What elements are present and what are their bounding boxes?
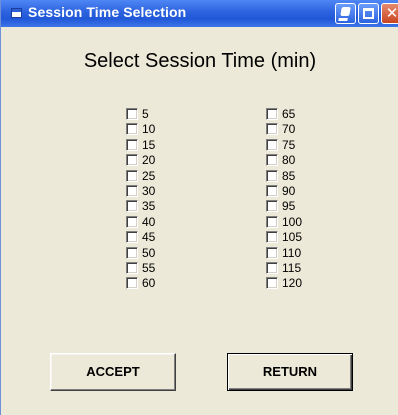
checkbox-label: 80 (282, 153, 296, 167)
session-time-option-25[interactable]: 25 (126, 169, 155, 183)
session-time-option-55[interactable]: 55 (126, 261, 155, 275)
session-time-option-40[interactable]: 40 (126, 215, 155, 229)
checkbox-45[interactable] (126, 231, 138, 243)
session-time-option-115[interactable]: 115 (266, 261, 301, 275)
checkbox-10[interactable] (126, 123, 138, 135)
checkbox-65[interactable] (266, 108, 278, 120)
checkbox-80[interactable] (266, 154, 278, 166)
page-title: Select Session Time (min) (83, 50, 317, 72)
checkbox-label: 20 (142, 153, 156, 167)
checkbox-label: 35 (142, 199, 156, 213)
return-button[interactable]: RETURN (227, 353, 353, 391)
accept-button[interactable]: ACCEPT (50, 353, 176, 391)
session-time-option-85[interactable]: 85 (266, 169, 295, 183)
checkbox-label: 45 (142, 230, 156, 244)
checkbox-label: 100 (282, 215, 303, 229)
checkbox-30[interactable] (126, 185, 138, 197)
checkbox-35[interactable] (126, 200, 138, 212)
checkbox-105[interactable] (266, 231, 278, 243)
checkbox-120[interactable] (266, 277, 278, 289)
checkbox-95[interactable] (266, 200, 278, 212)
checkbox-15[interactable] (126, 139, 138, 151)
checkbox-label: 95 (282, 199, 296, 213)
close-icon: ✕ (385, 4, 398, 22)
checkbox-25[interactable] (126, 170, 138, 182)
checkbox-85[interactable] (266, 170, 278, 182)
checkbox-label: 110 (282, 246, 302, 260)
session-time-option-75[interactable]: 75 (266, 138, 295, 152)
checkbox-label: 85 (282, 169, 296, 183)
session-time-option-10[interactable]: 10 (126, 122, 155, 136)
session-time-option-120[interactable]: 120 (266, 276, 302, 290)
checkbox-label: 115 (282, 261, 302, 275)
checkbox-label: 55 (142, 261, 156, 275)
session-time-option-20[interactable]: 20 (126, 153, 155, 167)
checkbox-100[interactable] (266, 216, 278, 228)
checkbox-label: 105 (282, 230, 303, 244)
minimize-button[interactable] (335, 3, 356, 24)
checkbox-115[interactable] (266, 262, 278, 274)
window-title: Session Time Selection (28, 4, 187, 20)
checkbox-5[interactable] (126, 108, 138, 120)
session-time-option-90[interactable]: 90 (266, 184, 295, 198)
checkbox-40[interactable] (126, 216, 138, 228)
session-time-option-30[interactable]: 30 (126, 184, 155, 198)
checkbox-110[interactable] (266, 247, 278, 259)
checkbox-70[interactable] (266, 123, 278, 135)
session-time-option-15[interactable]: 15 (126, 138, 155, 152)
checkbox-20[interactable] (126, 154, 138, 166)
maximize-icon (363, 8, 374, 19)
checkbox-50[interactable] (126, 247, 138, 259)
checkbox-label: 50 (142, 246, 156, 260)
checkbox-label: 75 (282, 138, 296, 152)
maximize-button[interactable] (358, 3, 379, 24)
session-time-option-45[interactable]: 45 (126, 230, 155, 244)
checkbox-label: 60 (142, 276, 156, 290)
session-time-option-35[interactable]: 35 (126, 199, 155, 213)
session-time-option-80[interactable]: 80 (266, 153, 295, 167)
title-bar[interactable]: Session Time Selection ✕ (1, 0, 398, 27)
checkbox-label: 90 (282, 184, 296, 198)
session-time-option-50[interactable]: 50 (126, 246, 155, 260)
checkbox-label: 15 (142, 138, 156, 152)
session-time-option-65[interactable]: 65 (266, 107, 295, 121)
checkbox-90[interactable] (266, 185, 278, 197)
session-time-option-100[interactable]: 100 (266, 215, 302, 229)
checkbox-label: 30 (142, 184, 156, 198)
session-time-option-95[interactable]: 95 (266, 199, 295, 213)
session-time-option-60[interactable]: 60 (126, 276, 155, 290)
checkbox-55[interactable] (126, 262, 138, 274)
session-time-option-70[interactable]: 70 (266, 122, 295, 136)
checkbox-label: 120 (282, 276, 303, 290)
checkbox-75[interactable] (266, 139, 278, 151)
session-time-option-5[interactable]: 5 (126, 107, 149, 121)
checkbox-label: 10 (142, 122, 156, 136)
checkbox-label: 70 (282, 122, 296, 136)
window-app-icon[interactable] (11, 8, 22, 18)
checkbox-label: 25 (142, 169, 156, 183)
checkbox-60[interactable] (126, 277, 138, 289)
session-time-selection-window: Session Time Selection ✕ Select Session … (0, 0, 398, 415)
minimize-icon (340, 7, 351, 16)
session-time-option-110[interactable]: 110 (266, 246, 301, 260)
close-button[interactable]: ✕ (381, 3, 398, 24)
checkbox-label: 5 (142, 107, 149, 121)
checkbox-label: 65 (282, 107, 296, 121)
checkbox-label: 40 (142, 215, 156, 229)
session-time-option-105[interactable]: 105 (266, 230, 302, 244)
